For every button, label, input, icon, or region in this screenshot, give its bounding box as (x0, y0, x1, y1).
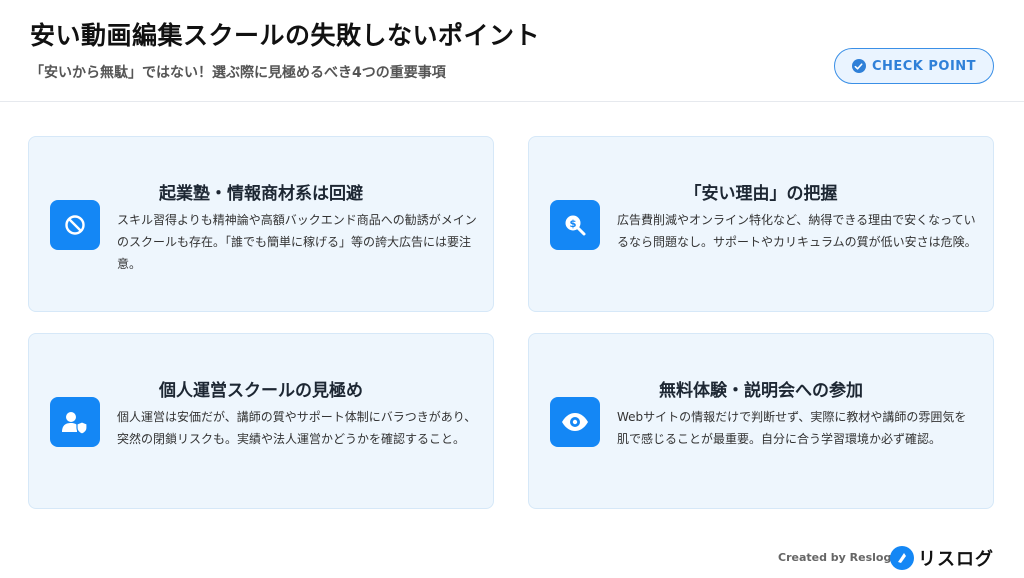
footer-credit: Created by Reslog (778, 551, 892, 564)
card-description: Webサイトの情報だけで判断せず、実際に教材や講師の雰囲気を肌で感じることが最重… (617, 410, 967, 446)
card-description: 広告費削減やオンライン特化など、納得できる理由で安くなっているなら問題なし。サポ… (617, 213, 977, 249)
card-cheap-reason: 「安い理由」の把握 $ 広告費削減やオンライン特化など、納得できる理由で安くなっ… (528, 136, 994, 312)
card-description: スキル習得よりも精神論や高額バックエンド商品への勧誘がメインのスクールも存在。「… (117, 213, 477, 271)
card-title: 「安い理由」の把握 (684, 184, 838, 204)
check-circle-icon (851, 59, 866, 73)
card-title: 無料体験・説明会への参加 (659, 381, 863, 401)
page-title: 安い動画編集スクールの失敗しないポイント (30, 21, 541, 50)
brand-logo: リスログ (890, 545, 994, 571)
magnify-dollar-icon: $ (550, 200, 600, 250)
svg-text:$: $ (570, 219, 577, 230)
user-shield-icon (50, 397, 100, 447)
card-title: 個人運営スクールの見極め (159, 381, 363, 401)
card-description: 個人運営は安価だが、講師の質やサポート体制にバラつきがあり、突然の閉鎖リスクも。… (117, 410, 477, 446)
prohibited-icon (50, 200, 100, 250)
card-free-trial: 無料体験・説明会への参加 Webサイトの情報だけで判断せず、実際に教材や講師の雰… (528, 333, 994, 509)
card-avoid-info-products: 起業塾・情報商材系は回避 スキル習得よりも精神論や高額バックエンド商品への勧誘が… (28, 136, 494, 312)
check-point-badge: CHECK POINT (834, 48, 994, 84)
eye-icon (550, 397, 600, 447)
brand-mark-icon (890, 546, 914, 570)
page-subtitle: 「安いから無駄」ではない！選ぶ際に見極めるべき4つの重要事項 (30, 65, 446, 81)
header: 安い動画編集スクールの失敗しないポイント 「安いから無駄」ではない！選ぶ際に見極… (0, 0, 1024, 102)
brand-name: リスログ (918, 549, 994, 570)
check-point-label: CHECK POINT (871, 58, 977, 74)
card-title: 起業塾・情報商材系は回避 (159, 184, 363, 204)
card-individual-school: 個人運営スクールの見極め 個人運営は安価だが、講師の質やサポート体制にバラつきが… (28, 333, 494, 509)
